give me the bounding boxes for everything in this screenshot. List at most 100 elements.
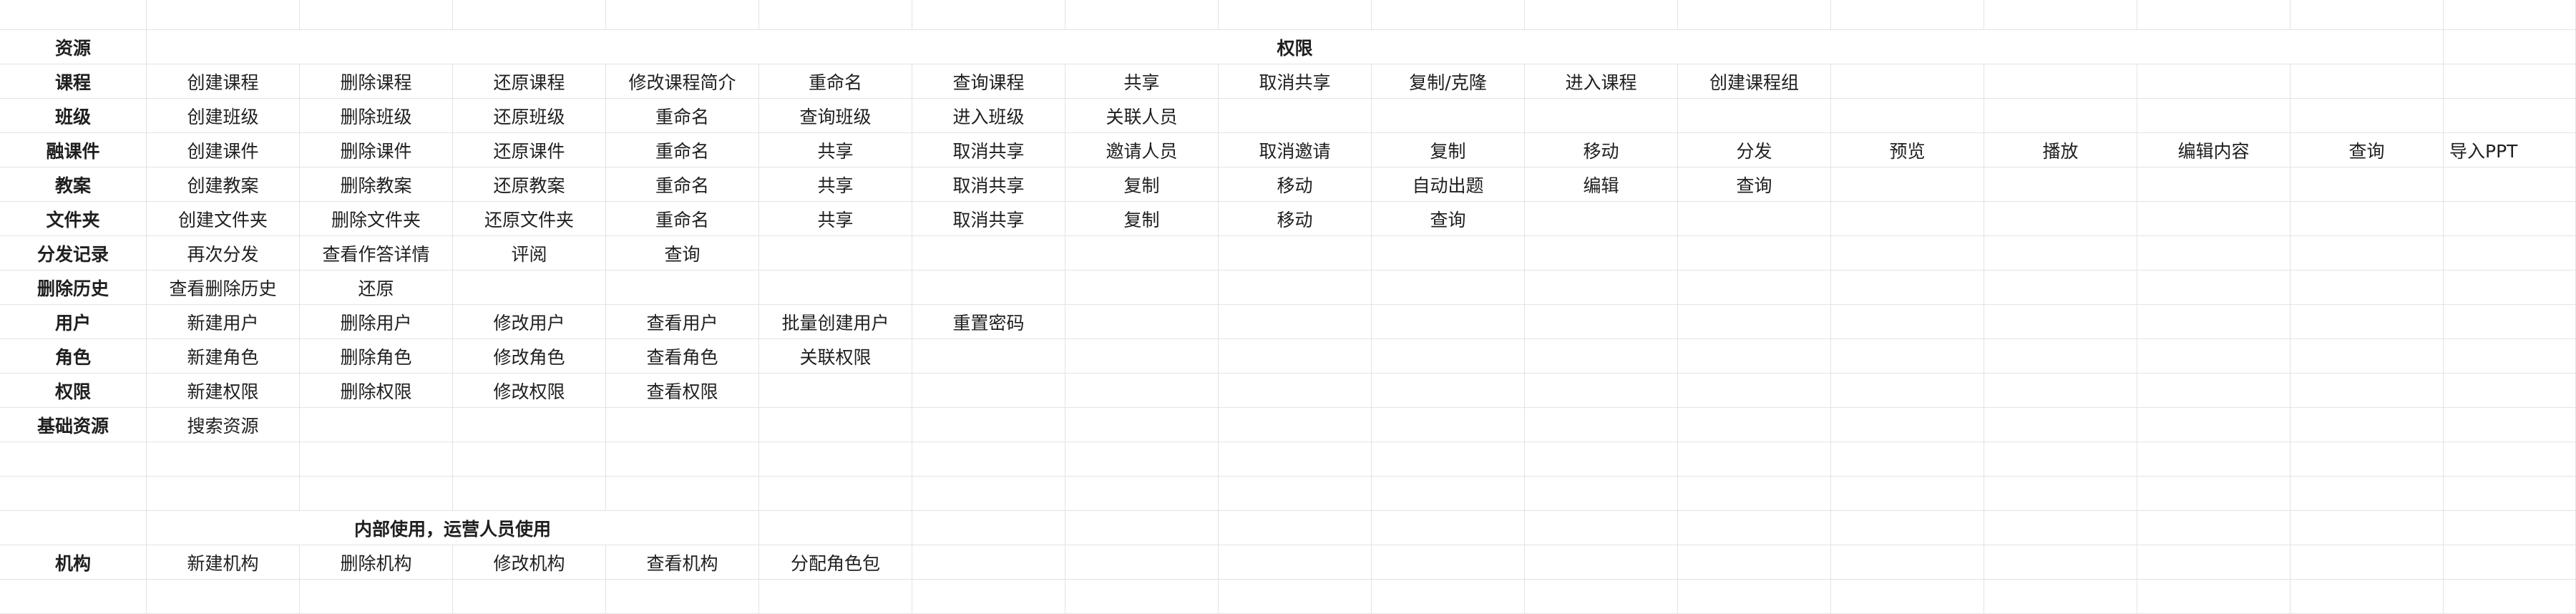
permission-cell[interactable]: 创建课程组 (1678, 64, 1831, 99)
internal-note[interactable]: 内部使用，运营人员使用 (147, 511, 759, 545)
empty-cell[interactable] (912, 511, 1065, 545)
org-permission-cell[interactable]: 修改机构 (453, 545, 606, 580)
empty-cell[interactable] (759, 236, 912, 271)
permission-cell[interactable]: 删除教案 (300, 167, 453, 202)
empty-cell[interactable] (1678, 442, 1831, 477)
permission-cell[interactable]: 共享 (759, 202, 912, 236)
permission-cell[interactable]: 新建角色 (147, 339, 300, 374)
empty-cell[interactable] (2444, 0, 2576, 30)
empty-cell[interactable] (2290, 477, 2444, 511)
empty-cell[interactable] (759, 477, 912, 511)
permission-cell[interactable]: 取消共享 (1219, 64, 1372, 99)
empty-cell[interactable] (2137, 0, 2290, 30)
permission-cell[interactable]: 查询 (1372, 202, 1525, 236)
permission-cell[interactable]: 取消共享 (912, 133, 1065, 167)
empty-cell[interactable] (1678, 236, 1831, 271)
empty-cell[interactable] (1678, 202, 1831, 236)
empty-cell[interactable] (1525, 374, 1678, 408)
row-resource-label[interactable]: 用户 (0, 305, 147, 339)
empty-cell[interactable] (1984, 339, 2137, 374)
empty-cell[interactable] (1065, 442, 1219, 477)
empty-cell[interactable] (1065, 408, 1219, 442)
permission-cell[interactable]: 删除课件 (300, 133, 453, 167)
empty-cell[interactable] (1831, 64, 1984, 99)
empty-cell[interactable] (2444, 99, 2576, 133)
empty-cell[interactable] (2444, 30, 2576, 64)
permission-cell[interactable]: 移动 (1219, 167, 1372, 202)
empty-cell[interactable] (2290, 408, 2444, 442)
permission-cell[interactable]: 编辑 (1525, 167, 1678, 202)
org-resource-label[interactable]: 机构 (0, 545, 147, 580)
empty-cell[interactable] (912, 236, 1065, 271)
permission-cell[interactable]: 重置密码 (912, 305, 1065, 339)
empty-cell[interactable] (2444, 202, 2576, 236)
empty-cell[interactable] (1678, 477, 1831, 511)
row-resource-label[interactable]: 融课件 (0, 133, 147, 167)
empty-cell[interactable] (1984, 271, 2137, 305)
permission-cell[interactable]: 新建用户 (147, 305, 300, 339)
empty-cell[interactable] (1219, 271, 1372, 305)
empty-cell[interactable] (2444, 271, 2576, 305)
permission-cell[interactable]: 共享 (1065, 64, 1219, 99)
empty-cell[interactable] (1372, 408, 1525, 442)
row-resource-label[interactable]: 课程 (0, 64, 147, 99)
empty-cell[interactable] (1065, 374, 1219, 408)
header-resource[interactable]: 资源 (0, 30, 147, 64)
empty-cell[interactable] (606, 271, 759, 305)
empty-cell[interactable] (2444, 374, 2576, 408)
empty-cell[interactable] (759, 374, 912, 408)
permission-cell[interactable]: 编辑内容 (2137, 133, 2290, 167)
empty-cell[interactable] (2290, 442, 2444, 477)
empty-cell[interactable] (2444, 167, 2576, 202)
permission-cell[interactable]: 还原 (300, 271, 453, 305)
permission-cell[interactable]: 创建班级 (147, 99, 300, 133)
empty-cell[interactable] (2290, 271, 2444, 305)
permission-cell[interactable]: 删除课程 (300, 64, 453, 99)
permission-cell[interactable]: 移动 (1219, 202, 1372, 236)
empty-cell[interactable] (2137, 99, 2290, 133)
empty-cell[interactable] (1984, 477, 2137, 511)
empty-cell[interactable] (1678, 580, 1831, 614)
permission-cell[interactable]: 查询 (2290, 133, 2444, 167)
empty-cell[interactable] (1984, 305, 2137, 339)
empty-cell[interactable] (453, 271, 606, 305)
permission-cell[interactable]: 删除用户 (300, 305, 453, 339)
empty-cell[interactable] (759, 408, 912, 442)
empty-cell[interactable] (1984, 167, 2137, 202)
empty-cell[interactable] (0, 477, 147, 511)
empty-cell[interactable] (1065, 511, 1219, 545)
empty-cell[interactable] (1678, 271, 1831, 305)
empty-cell[interactable] (147, 580, 300, 614)
empty-cell[interactable] (1065, 271, 1219, 305)
permission-cell[interactable]: 查询 (1678, 167, 1831, 202)
empty-cell[interactable] (912, 477, 1065, 511)
empty-cell[interactable] (1372, 271, 1525, 305)
empty-cell[interactable] (1219, 0, 1372, 30)
permission-cell[interactable]: 删除角色 (300, 339, 453, 374)
empty-cell[interactable] (912, 271, 1065, 305)
permission-cell[interactable]: 搜索资源 (147, 408, 300, 442)
empty-cell[interactable] (1065, 0, 1219, 30)
empty-cell[interactable] (2137, 545, 2290, 580)
row-resource-label[interactable]: 删除历史 (0, 271, 147, 305)
empty-cell[interactable] (1984, 442, 2137, 477)
permission-cell[interactable]: 还原班级 (453, 99, 606, 133)
permission-cell[interactable]: 复制 (1065, 167, 1219, 202)
empty-cell[interactable] (2290, 580, 2444, 614)
empty-cell[interactable] (2290, 545, 2444, 580)
permission-cell[interactable]: 修改权限 (453, 374, 606, 408)
permission-cell[interactable]: 复制 (1065, 202, 1219, 236)
empty-cell[interactable] (147, 477, 300, 511)
row-resource-label[interactable]: 文件夹 (0, 202, 147, 236)
empty-cell[interactable] (1831, 202, 1984, 236)
permission-cell[interactable]: 自动出题 (1372, 167, 1525, 202)
empty-cell[interactable] (2137, 64, 2290, 99)
empty-cell[interactable] (1065, 545, 1219, 580)
empty-cell[interactable] (1831, 408, 1984, 442)
empty-cell[interactable] (0, 442, 147, 477)
empty-cell[interactable] (912, 580, 1065, 614)
empty-cell[interactable] (453, 442, 606, 477)
permission-cell[interactable]: 修改角色 (453, 339, 606, 374)
empty-cell[interactable] (2444, 339, 2576, 374)
permission-cell[interactable]: 重命名 (606, 133, 759, 167)
